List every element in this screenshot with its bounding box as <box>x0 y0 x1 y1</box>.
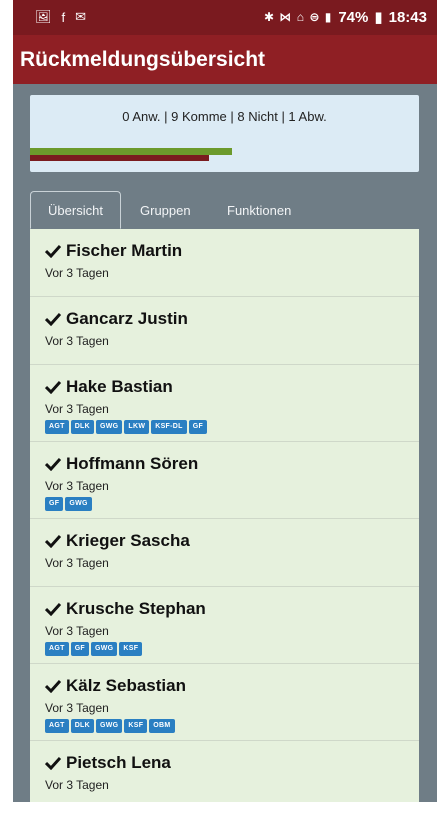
list-item[interactable]: Fischer Martin Vor 3 Tagen <box>30 229 419 297</box>
battery-level: 74% <box>338 8 369 26</box>
person-name-text: Krusche Stephan <box>66 599 206 618</box>
person-name: Krusche Stephan <box>45 599 206 619</box>
person-name-text: Hoffmann Sören <box>66 454 199 473</box>
function-badge: AGT <box>45 642 69 656</box>
app-bar: Rückmeldungsübersicht <box>13 34 437 84</box>
person-name: Gancarz Justin <box>45 309 188 329</box>
status-right: ✱ ⋈ ⌂ ⊜ ▮ 74% ▮ 18:43 <box>264 8 427 27</box>
person-name: Fischer Martin <box>45 241 182 261</box>
list-item[interactable]: Krieger Sascha Vor 3 Tagen <box>30 519 419 587</box>
last-response-time: Vor 3 Tagen <box>45 778 109 792</box>
function-badges: AGT DLK GWG KSF OBM <box>45 719 175 733</box>
function-badge: KSF <box>119 642 143 656</box>
last-response-time: Vor 3 Tagen <box>45 624 109 638</box>
person-name-text: Gancarz Justin <box>66 309 188 328</box>
function-badge: DLK <box>70 420 94 434</box>
function-badge: LKW <box>124 420 150 434</box>
list-item[interactable]: Gancarz Justin Vor 3 Tagen <box>30 297 419 365</box>
function-badge: KSF <box>124 719 148 733</box>
status-left-icons: 🖼 f ✉ <box>35 9 86 25</box>
tab-bar: Übersicht Gruppen Funktionen <box>30 191 419 230</box>
last-response-time: Vor 3 Tagen <box>45 479 109 493</box>
last-response-time: Vor 3 Tagen <box>45 266 109 280</box>
person-name: Hoffmann Sören <box>45 454 198 474</box>
function-badge: DLK <box>70 719 94 733</box>
person-name-text: Fischer Martin <box>66 241 183 260</box>
attendance-bar-green <box>30 148 232 155</box>
list-item[interactable]: Pietsch Lena Vor 3 Tagen <box>30 741 419 809</box>
last-response-time: Vor 3 Tagen <box>45 556 109 570</box>
status-time: 18:43 <box>388 8 427 26</box>
people-list: Fischer Martin Vor 3 Tagen Gancarz Justin V… <box>30 229 419 817</box>
function-badge: GF <box>70 642 90 656</box>
person-name: Krieger Sascha <box>45 531 190 551</box>
function-badge: GWG <box>91 642 118 656</box>
last-response-time: Vor 3 Tagen <box>45 334 109 348</box>
tab-groups[interactable]: Gruppen <box>140 191 191 229</box>
check-icon <box>45 602 61 616</box>
facebook-icon: f <box>61 9 66 25</box>
tab-overview[interactable]: Übersicht <box>30 191 121 229</box>
person-name: Kälz Sebastian <box>45 676 186 696</box>
list-item[interactable]: Kälz Sebastian Vor 3 Tagen AGT DLK GWG KSF OBM <box>30 664 419 741</box>
list-item[interactable]: Krusche Stephan Vor 3 Tagen AGT GF GWG KSF <box>30 587 419 664</box>
summary-text: 0 Anw. | 9 Komme | 8 Nicht | 1 Abw. <box>122 109 327 124</box>
page-title: Rückmeldungsübersicht <box>20 47 266 71</box>
summary-card: 0 Anw. | 9 Komme | 8 Nicht | 1 Abw. <box>30 95 419 172</box>
check-icon <box>45 457 61 471</box>
function-badge: AGT <box>45 420 69 434</box>
person-name-text: Pietsch Lena <box>66 753 171 772</box>
function-badge: AGT <box>45 719 69 733</box>
check-icon <box>45 756 61 770</box>
function-badges: AGT GF GWG KSF <box>45 642 143 656</box>
list-item[interactable]: Hoffmann Sören Vor 3 Tagen GF GWG <box>30 442 419 519</box>
function-badge: GF <box>188 420 208 434</box>
person-name-text: Hake Bastian <box>66 377 173 396</box>
bottom-bar <box>13 802 437 817</box>
last-response-time: Vor 3 Tagen <box>45 701 109 715</box>
mail-icon: ✉ <box>75 9 87 24</box>
tab-functions[interactable]: Funktionen <box>227 191 291 229</box>
function-badge: GF <box>45 497 64 511</box>
person-name-text: Krieger Sascha <box>66 531 190 550</box>
function-badge: KSF-DL <box>151 420 187 434</box>
list-item[interactable]: Hake Bastian Vor 3 Tagen AGT DLK GWG LKW KSF-D… <box>30 365 419 442</box>
check-icon <box>45 679 61 693</box>
attendance-bar-red <box>30 155 209 161</box>
check-icon <box>45 312 61 326</box>
image-icon: 🖼 <box>35 9 52 24</box>
person-name: Pietsch Lena <box>45 753 171 773</box>
person-name: Hake Bastian <box>45 377 173 397</box>
last-response-time: Vor 3 Tagen <box>45 402 109 416</box>
person-name-text: Kälz Sebastian <box>66 676 186 695</box>
check-icon <box>45 380 61 394</box>
function-badge: GWG <box>95 719 123 733</box>
function-badges: AGT DLK GWG LKW KSF-DL GF <box>45 420 208 434</box>
network-icons: ✱ ⋈ ⌂ ⊜ ▮ <box>264 10 333 24</box>
function-badge: GWG <box>65 497 92 511</box>
function-badge: GWG <box>95 420 123 434</box>
function-badges: GF GWG <box>45 497 92 511</box>
function-badge: OBM <box>149 719 175 733</box>
status-bar: 🖼 f ✉ ✱ ⋈ ⌂ ⊜ ▮ 74% ▮ 18:43 <box>13 0 437 34</box>
phone-screen: 🖼 f ✉ ✱ ⋈ ⌂ ⊜ ▮ 74% ▮ 18:43 Rückmeldungs… <box>13 0 437 817</box>
battery-icon: ▮ <box>374 9 383 26</box>
check-icon <box>45 244 61 258</box>
check-icon <box>45 534 61 548</box>
